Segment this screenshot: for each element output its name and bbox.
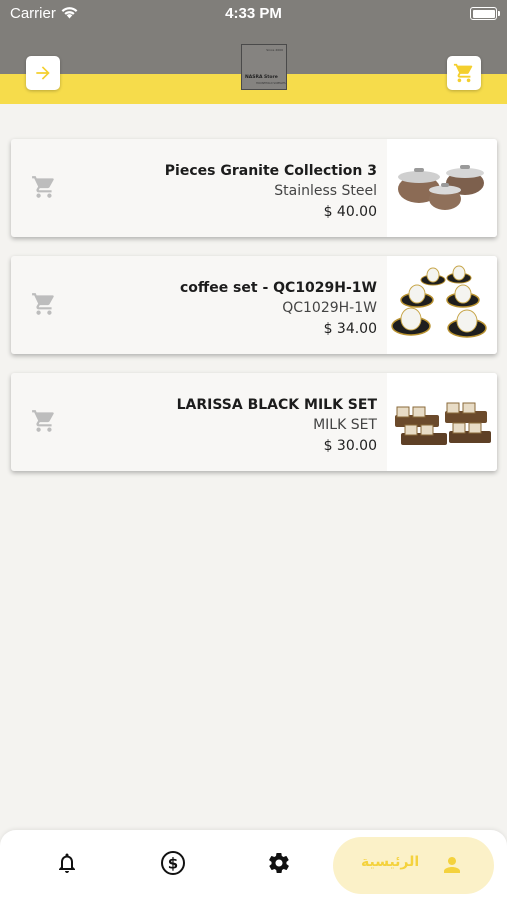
product-subtitle: QC1029H-1W <box>282 300 377 316</box>
dollar-icon: $ <box>161 851 185 875</box>
product-title: LARISSA BLACK MILK SET <box>176 397 377 413</box>
store-logo: Since 2000 NASRA Store HOUSEHOLD SUPPLIE… <box>241 44 287 90</box>
battery-icon <box>470 7 500 20</box>
add-to-cart-icon[interactable] <box>31 291 57 321</box>
product-card[interactable]: coffee set - QC1029H-1W QC1029H-1W $ 34.… <box>11 256 497 354</box>
product-card[interactable]: Pieces Granite Collection 3 Stainless St… <box>11 139 497 237</box>
add-to-cart-icon[interactable] <box>31 408 57 438</box>
tab-settings[interactable] <box>266 850 292 876</box>
svg-text:$: $ <box>168 855 178 873</box>
product-price: $ 34.00 <box>323 321 377 337</box>
product-subtitle: MILK SET <box>313 417 377 433</box>
coffee-set-image <box>387 256 497 354</box>
tab-home[interactable]: الرئيسية <box>333 837 494 894</box>
bell-icon <box>59 853 75 873</box>
add-to-cart-icon[interactable] <box>31 174 57 204</box>
logo-tagline: Since 2000 <box>266 48 283 52</box>
gear-icon <box>269 853 289 873</box>
bottom-tab-bar: $ الرئيسية <box>0 830 507 900</box>
back-button[interactable] <box>26 56 60 90</box>
cart-icon <box>453 63 473 83</box>
cart-button[interactable] <box>447 56 481 90</box>
person-icon <box>440 853 464 881</box>
logo-name: NASRA Store <box>245 75 278 80</box>
clock: 4:33 PM <box>225 5 282 22</box>
tab-payments[interactable]: $ <box>160 850 186 876</box>
logo-subtitle: HOUSEHOLD SUPPLIES <box>256 82 286 85</box>
tab-home-label: الرئيسية <box>361 854 420 870</box>
product-title: Pieces Granite Collection 3 <box>164 163 377 179</box>
product-card[interactable]: LARISSA BLACK MILK SET MILK SET $ 30.00 <box>11 373 497 471</box>
product-title: coffee set - QC1029H-1W <box>179 280 377 296</box>
product-price: $ 40.00 <box>323 204 377 220</box>
product-price: $ 30.00 <box>323 438 377 454</box>
granite-pots-image <box>387 139 497 237</box>
milk-set-image <box>387 373 497 471</box>
tab-notifications[interactable] <box>54 850 80 876</box>
product-subtitle: Stainless Steel <box>274 183 377 199</box>
status-bar: Carrier 4:33 PM <box>0 0 507 28</box>
arrow-right-icon <box>36 66 50 80</box>
